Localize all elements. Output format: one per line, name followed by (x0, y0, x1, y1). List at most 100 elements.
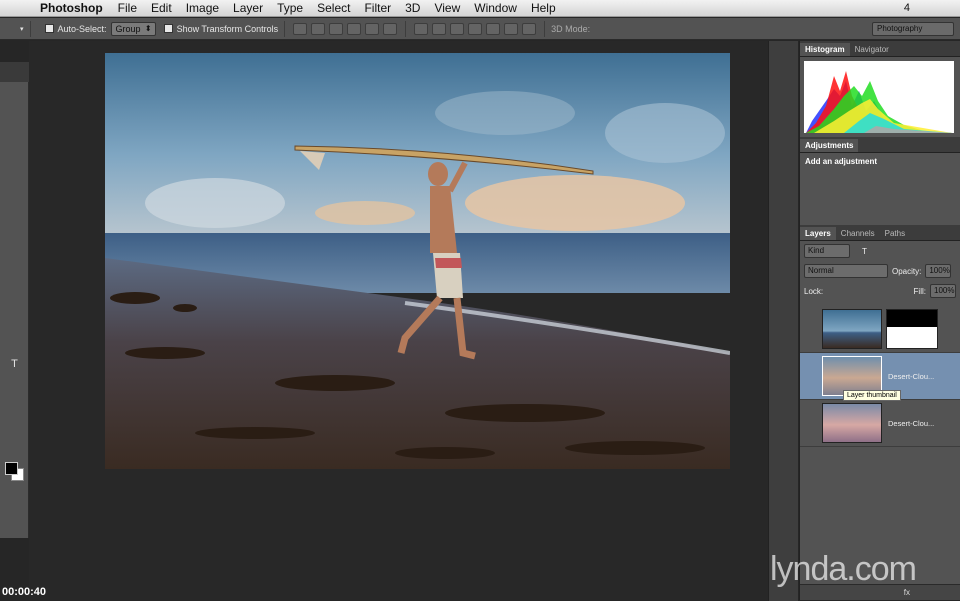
panel-menu-icon[interactable] (952, 149, 960, 152)
invert-icon[interactable] (833, 204, 846, 216)
eraser-tool-icon[interactable] (0, 257, 29, 277)
distribute-hcenter-icon[interactable] (486, 22, 501, 35)
marquee-tool-icon[interactable] (0, 82, 29, 102)
levels-icon[interactable] (849, 172, 862, 184)
blend-mode-dropdown[interactable]: Normal (804, 264, 888, 278)
quick-select-tool-icon[interactable] (0, 121, 29, 141)
align-bottom-icon[interactable] (329, 22, 344, 35)
line-tool-icon[interactable] (0, 394, 29, 414)
workspace-switcher[interactable]: Photography (872, 22, 954, 36)
brush-tool-icon[interactable] (0, 199, 29, 219)
path-select-tool-icon[interactable] (0, 374, 29, 394)
distribute-right-icon[interactable] (504, 22, 519, 35)
black-white-icon[interactable] (856, 188, 869, 200)
auto-select-dropdown[interactable]: Group (110, 21, 156, 36)
adjustments-title: Add an adjustment (805, 157, 878, 166)
layer-name[interactable]: Desert-Clou... (888, 419, 934, 428)
layer-thumbnail[interactable] (822, 309, 882, 349)
threshold-icon[interactable] (865, 204, 878, 216)
show-transform-label: Show Transform Controls (176, 23, 279, 34)
tab-paths[interactable]: Paths (880, 227, 910, 240)
layer-row[interactable] (800, 306, 960, 353)
auto-select-checkbox[interactable] (44, 24, 54, 33)
layer-thumbnail[interactable] (822, 403, 882, 443)
eyedropper-tool-icon[interactable] (0, 160, 29, 180)
opacity-input[interactable]: 100% (925, 264, 952, 278)
menu-window[interactable]: Window (467, 1, 524, 15)
menu-help[interactable]: Help (524, 1, 563, 15)
preset-dropdown-icon[interactable]: ▾ (20, 25, 24, 33)
menu-view[interactable]: View (427, 1, 467, 15)
actions-play-icon[interactable] (774, 83, 794, 101)
fill-input[interactable]: 100% (930, 284, 956, 298)
menu-edit[interactable]: Edit (144, 1, 179, 15)
exposure-icon[interactable] (881, 172, 894, 184)
history-icon[interactable] (774, 59, 794, 77)
color-balance-icon[interactable] (840, 188, 853, 200)
screen-mode-icon[interactable] (0, 506, 29, 526)
align-right-icon[interactable] (383, 22, 398, 35)
distribute-bottom-icon[interactable] (450, 22, 465, 35)
menu-image[interactable]: Image (179, 1, 226, 15)
align-hcenter-icon[interactable] (365, 22, 380, 35)
pen-tool-icon[interactable] (0, 335, 29, 355)
menu-layer[interactable]: Layer (226, 1, 270, 15)
photo-filter-icon[interactable] (872, 188, 885, 200)
menu-select[interactable]: Select (310, 1, 357, 15)
info-icon[interactable] (774, 155, 794, 173)
layer-mask-thumbnail[interactable] (886, 309, 938, 349)
align-left-icon[interactable] (347, 22, 362, 35)
selective-color-icon[interactable] (881, 204, 894, 216)
distribute-left-icon[interactable] (468, 22, 483, 35)
foreground-color-swatch[interactable] (5, 462, 18, 475)
vibrance-icon[interactable] (897, 172, 910, 184)
menu-type[interactable]: Type (270, 1, 310, 15)
quick-mask-icon[interactable] (0, 486, 29, 506)
lasso-tool-icon[interactable] (0, 101, 29, 121)
history-brush-tool-icon[interactable] (0, 238, 29, 258)
properties-icon[interactable] (774, 179, 794, 197)
menu-3d[interactable]: 3D (398, 1, 427, 15)
auto-align-icon[interactable] (522, 22, 537, 35)
kind-filter-dropdown[interactable]: Kind (804, 244, 850, 258)
menu-filter[interactable]: Filter (357, 1, 398, 15)
app-menu[interactable]: Photoshop (34, 1, 111, 15)
show-transform-checkbox[interactable] (163, 24, 173, 33)
clone-stamp-tool-icon[interactable] (0, 218, 29, 238)
dodge-tool-icon[interactable] (0, 316, 29, 336)
brush-presets-icon[interactable] (774, 107, 794, 125)
hue-saturation-icon[interactable] (824, 188, 837, 200)
blur-tool-icon[interactable] (0, 296, 29, 316)
zoom-tool-icon[interactable] (0, 433, 29, 453)
distribute-vcenter-icon[interactable] (432, 22, 447, 35)
crop-tool-icon[interactable] (0, 140, 29, 160)
posterize-icon[interactable] (849, 204, 862, 216)
layer-name[interactable]: Desert-Clou... (888, 372, 934, 381)
tab-histogram[interactable]: Histogram (800, 43, 850, 56)
menu-file[interactable]: File (111, 1, 144, 15)
color-lookup-icon[interactable] (904, 188, 917, 200)
document-image[interactable] (105, 53, 730, 469)
tab-navigator[interactable]: Navigator (850, 43, 894, 56)
filter-type-icon[interactable]: T (862, 247, 867, 256)
type-tool-icon[interactable]: T (0, 355, 29, 375)
layer-row[interactable]: Desert-Clou... (800, 400, 960, 447)
panel-menu-icon[interactable] (952, 237, 960, 240)
hand-tool-icon[interactable] (0, 413, 29, 433)
align-top-icon[interactable] (293, 22, 308, 35)
distribute-top-icon[interactable] (414, 22, 429, 35)
tab-channels[interactable]: Channels (836, 227, 880, 240)
curves-icon[interactable] (865, 172, 878, 184)
brightness-contrast-icon[interactable] (833, 172, 846, 184)
healing-tool-icon[interactable] (0, 179, 29, 199)
align-vcenter-icon[interactable] (311, 22, 326, 35)
panel-menu-icon[interactable] (952, 53, 960, 56)
layer-style-icon[interactable]: fx (904, 588, 910, 597)
tab-adjustments[interactable]: Adjustments (800, 139, 859, 152)
channel-mixer-icon[interactable] (888, 188, 901, 200)
gradient-map-icon[interactable] (897, 204, 910, 216)
move-tool-icon[interactable] (0, 62, 29, 82)
tab-layers[interactable]: Layers (800, 227, 836, 240)
layer-comps-icon[interactable] (774, 131, 794, 149)
gradient-tool-icon[interactable] (0, 277, 29, 297)
